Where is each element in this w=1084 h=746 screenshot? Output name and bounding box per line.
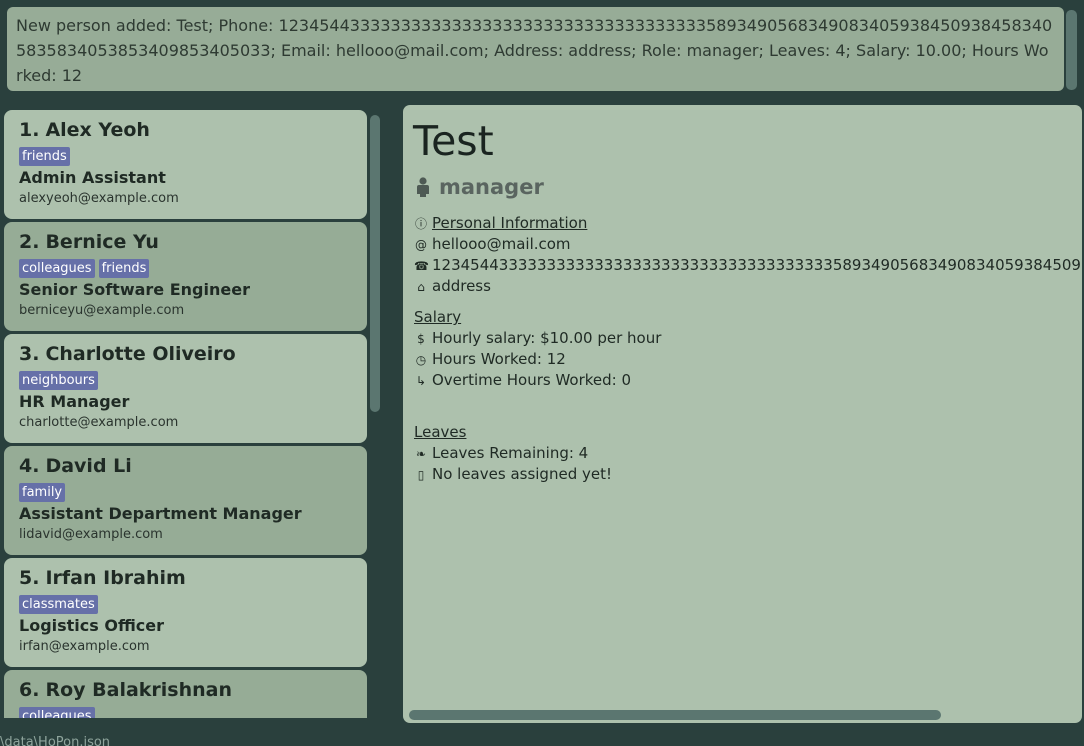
at-icon: @ [415,238,427,252]
tag-list: neighbours [19,369,352,390]
leaves-remaining: Leaves Remaining: 4 [432,444,589,462]
person-icon [417,177,429,197]
detail-role: manager [415,173,544,201]
tag-list: family [19,481,352,502]
person-role: Senior Software Engineer [19,280,250,299]
tag: friends [19,147,70,166]
detail-address: address [432,277,491,295]
detail-role-text: manager [439,175,544,199]
person-list-scrollbar[interactable] [370,115,380,412]
tag: friends [98,259,150,278]
person-role: Logistics Officer [19,616,165,635]
detail-email: hellooo@mail.com [432,235,571,253]
person-name: Alex Yeoh [45,119,150,141]
person-email: alexyeoh@example.com [19,191,179,206]
personal-info-heading: ⓘ Personal Information [414,213,587,235]
person-name: David Li [45,455,132,477]
overtime-row: ↳ Overtime Hours Worked: 0 [414,370,631,392]
detail-email-row: @ hellooo@mail.com [414,234,571,256]
return-arrow-icon: ↳ [415,374,427,388]
person-name-row: 2. Bernice Yu [19,230,352,254]
info-icon: ⓘ [414,217,427,231]
person-name-row: 4. David Li [19,454,352,478]
person-index: 6. [19,679,40,701]
person-name-row: 6. Roy Balakrishnan [19,678,352,702]
person-role: Assistant Department Manager [19,504,302,523]
person-email: lidavid@example.com [19,527,163,542]
person-list[interactable]: 1. Alex Yeoh friends Admin Assistant alex… [4,110,367,718]
detail-name: Test [413,117,494,165]
leaves-assigned: No leaves assigned yet! [432,465,612,483]
person-name: Bernice Yu [45,231,159,253]
hourly-salary: Hourly salary: $10.00 per hour [432,329,662,347]
person-name-row: 3. Charlotte Oliveiro [19,342,352,366]
person-card[interactable]: 3. Charlotte Oliveiro neighbours HR Manag… [4,334,367,443]
person-index: 3. [19,343,40,365]
person-role: HR Manager [19,392,130,411]
salary-heading: Salary [414,308,462,326]
hourly-salary-row: $ Hourly salary: $10.00 per hour [414,328,661,350]
tag-list: classmates [19,593,352,614]
detail-address-row: ⌂ address [414,276,491,298]
calendar-icon: ▯ [417,468,425,482]
tag: colleagues [19,259,95,278]
person-email: irfan@example.com [19,639,150,654]
result-text: New person added: Test; Phone: 123454433… [16,16,1053,85]
result-display: New person added: Test; Phone: 123454433… [7,7,1064,91]
phone-icon: ☎ [414,259,429,273]
tag: classmates [19,595,98,614]
dollar-icon: $ [417,332,425,346]
result-scrollbar[interactable] [1066,10,1077,90]
hours-worked-row: ◷ Hours Worked: 12 [414,349,566,371]
detail-horizontal-scrollbar[interactable] [409,710,941,720]
person-email: berniceyu@example.com [19,303,185,318]
person-index: 5. [19,567,40,589]
person-name: Roy Balakrishnan [45,679,233,701]
leaf-icon: ❧ [415,447,427,461]
person-card[interactable]: 6. Roy Balakrishnan colleagues [4,670,367,718]
tag-list: friends [19,145,352,166]
person-name-row: 5. Irfan Ibrahim [19,566,352,590]
tag: colleagues [19,707,95,718]
leaves-assigned-row: ▯ No leaves assigned yet! [414,464,612,486]
person-card[interactable]: 1. Alex Yeoh friends Admin Assistant alex… [4,110,367,219]
person-name: Irfan Ibrahim [45,567,186,589]
person-detail-panel: Test manager ⓘ Personal Information @ hell… [403,105,1082,723]
person-role: Admin Assistant [19,168,166,187]
person-email: charlotte@example.com [19,415,179,430]
detail-phone: 1234544333333333333333333333333333333333… [432,256,1082,274]
person-index: 1. [19,119,40,141]
tag: family [19,483,66,502]
person-card[interactable]: 5. Irfan Ibrahim classmates Logistics Off… [4,558,367,667]
home-icon: ⌂ [417,280,425,294]
clock-icon: ◷ [415,353,427,367]
person-index: 4. [19,455,40,477]
person-card[interactable]: 2. Bernice Yu colleagues friends Senior So… [4,222,367,331]
person-index: 2. [19,231,40,253]
detail-phone-row: ☎ 123454433333333333333333333333333333333… [414,255,1082,277]
hours-worked: Hours Worked: 12 [432,350,566,368]
leaves-heading: Leaves [414,423,467,441]
overtime-hours: Overtime Hours Worked: 0 [432,371,632,389]
status-bar: \data\HoPon.json [0,730,1084,746]
storage-path: \data\HoPon.json [0,735,111,746]
person-name: Charlotte Oliveiro [45,343,236,365]
tag-list: colleagues [19,705,352,718]
leaves-remaining-row: ❧ Leaves Remaining: 4 [414,443,588,465]
tag-list: colleagues friends [19,257,352,278]
tag: neighbours [19,371,98,390]
person-card[interactable]: 4. David Li family Assistant Department M… [4,446,367,555]
person-name-row: 1. Alex Yeoh [19,118,352,142]
